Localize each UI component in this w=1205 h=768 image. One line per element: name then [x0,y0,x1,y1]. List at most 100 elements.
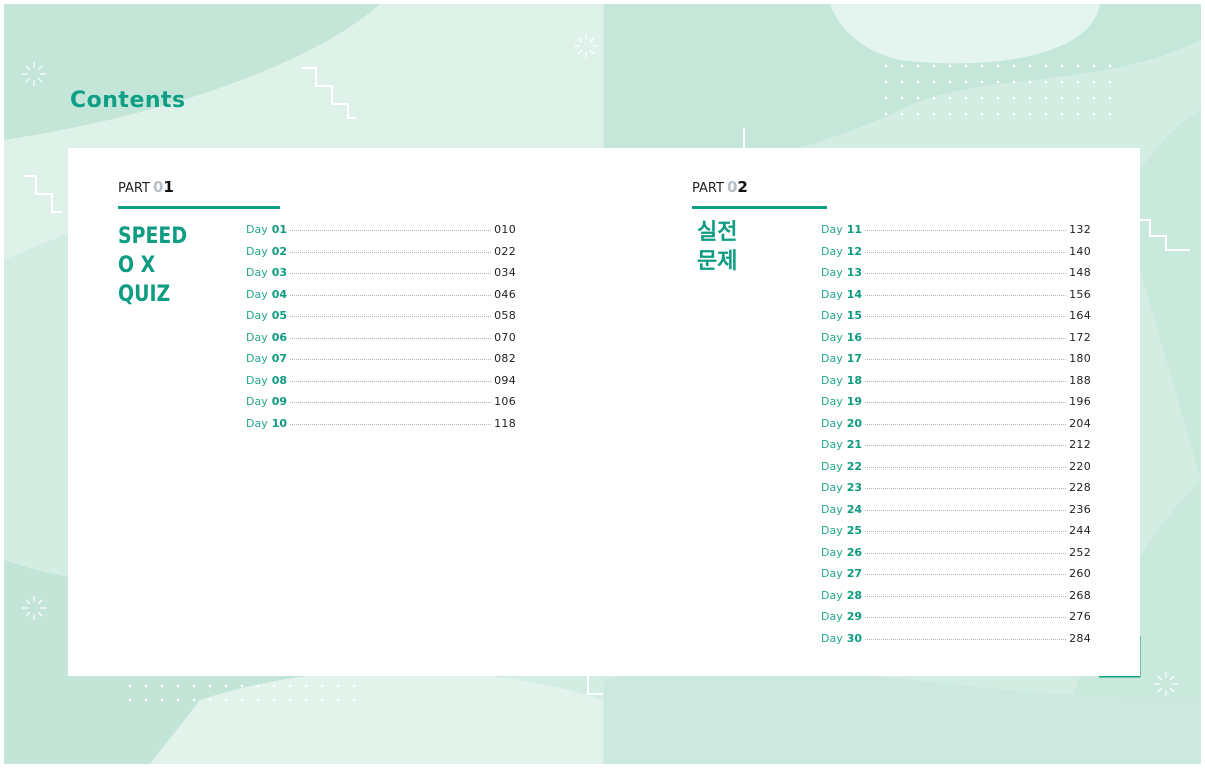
page-number: 034 [494,266,516,280]
part-2-title: 실전 문제 [697,218,737,276]
part-1-title-line: O X [118,253,156,278]
day-label: Day [821,352,843,366]
dot-leader [865,488,1067,490]
part-1-heading: PART 01 [118,178,280,209]
day-number: 15 [846,309,863,323]
day-number: 02 [271,244,288,258]
day-label: Day [821,631,843,645]
day-label: Day [821,287,843,301]
toc-entry[interactable]: Day 24 236 [821,499,1091,521]
toc-entry[interactable]: Day 11 132 [821,219,1091,241]
toc-entry[interactable]: Day 30 284 [821,628,1091,650]
toc-entry[interactable]: Day 12 140 [821,241,1091,263]
page-number: 046 [494,287,516,301]
dot-leader [290,359,492,361]
toc-entry[interactable]: Day 13 148 [821,262,1091,284]
day-number: 06 [271,330,288,344]
page-number: 204 [1069,416,1091,430]
toc-entry[interactable]: Day 09 106 [246,391,516,413]
day-label: Day [821,567,843,581]
day-number: 21 [846,438,863,452]
dot-leader [290,380,492,382]
day-label: Day [821,223,843,237]
toc-entry[interactable]: Day 27 260 [821,563,1091,585]
dot-leader [865,380,1067,382]
toc-entry[interactable]: Day 22 220 [821,456,1091,478]
day-number: 22 [846,459,863,473]
toc-entry[interactable]: Day 15 164 [821,305,1091,327]
dot-leader [865,531,1067,533]
day-number: 27 [846,567,863,581]
toc-entry[interactable]: Day 07 082 [246,348,516,370]
dot-leader [865,402,1067,404]
toc-entry[interactable]: Day 06 070 [246,327,516,349]
dot-leader [865,423,1067,425]
toc-entry[interactable]: Day 01 010 [246,219,516,241]
dot-leader [865,294,1067,296]
toc-entry[interactable]: Day 17 180 [821,348,1091,370]
dot-leader [865,251,1067,253]
page-number: 260 [1069,567,1091,581]
day-label: Day [821,416,843,430]
dot-leader [290,402,492,404]
toc-entry[interactable]: Day 28 268 [821,585,1091,607]
dot-leader [865,574,1067,576]
day-label: Day [821,524,843,538]
page-number: 058 [494,309,516,323]
dot-leader [865,316,1067,318]
toc-entry[interactable]: Day 04 046 [246,284,516,306]
toc-entry[interactable]: Day 14 156 [821,284,1091,306]
toc-entry[interactable]: Day 21 212 [821,434,1091,456]
page-number: 220 [1069,459,1091,473]
dot-leader [865,552,1067,554]
day-number: 11 [846,223,863,237]
page-number: 180 [1069,352,1091,366]
toc-entry[interactable]: Day 25 244 [821,520,1091,542]
toc-entry[interactable]: Day 10 118 [246,413,516,435]
day-number: 28 [846,588,863,602]
page-number: 082 [494,352,516,366]
toc-entry[interactable]: Day 02 022 [246,241,516,263]
page-number: 132 [1069,223,1091,237]
part-2-heading: PART 02 [692,178,827,209]
day-label: Day [246,373,268,387]
toc-entry[interactable]: Day 20 204 [821,413,1091,435]
part-2-card: PART 02 실전 문제 Day 11 132 Day 12 140 Day 13 148 Day… [605,148,1140,676]
part-2-title-line: 실전 [697,220,738,245]
toc-entry[interactable]: Day 18 188 [821,370,1091,392]
day-label: Day [821,395,843,409]
day-number: 26 [846,545,863,559]
day-number: 03 [271,266,288,280]
day-number: 05 [271,309,288,323]
dot-leader [290,230,492,232]
toc-entry[interactable]: Day 08 094 [246,370,516,392]
toc-entry[interactable]: Day 19 196 [821,391,1091,413]
toc-entry[interactable]: Day 05 058 [246,305,516,327]
toc-entry[interactable]: Day 29 276 [821,606,1091,628]
day-label: Day [821,502,843,516]
part-1-title-line: SPEED [118,224,188,249]
day-label: Day [821,309,843,323]
day-label: Day [246,416,268,430]
page-number: 106 [494,395,516,409]
day-label: Day [246,330,268,344]
page-number: 228 [1069,481,1091,495]
day-number: 25 [846,524,863,538]
part-2-title-line: 문제 [697,249,738,274]
dot-leader [865,445,1067,447]
page-number: 164 [1069,309,1091,323]
day-label: Day [821,438,843,452]
day-number: 30 [846,631,863,645]
dot-leader [290,294,492,296]
part-2-number: 2 [737,178,748,196]
toc-entry[interactable]: Day 16 172 [821,327,1091,349]
day-number: 07 [271,352,288,366]
part-1-number: 1 [163,178,174,196]
page-number: 244 [1069,524,1091,538]
page-number: 156 [1069,287,1091,301]
toc-entry[interactable]: Day 03 034 [246,262,516,284]
toc-entry[interactable]: Day 26 252 [821,542,1091,564]
day-number: 29 [846,610,863,624]
day-number: 17 [846,352,863,366]
toc-entry[interactable]: Day 23 228 [821,477,1091,499]
